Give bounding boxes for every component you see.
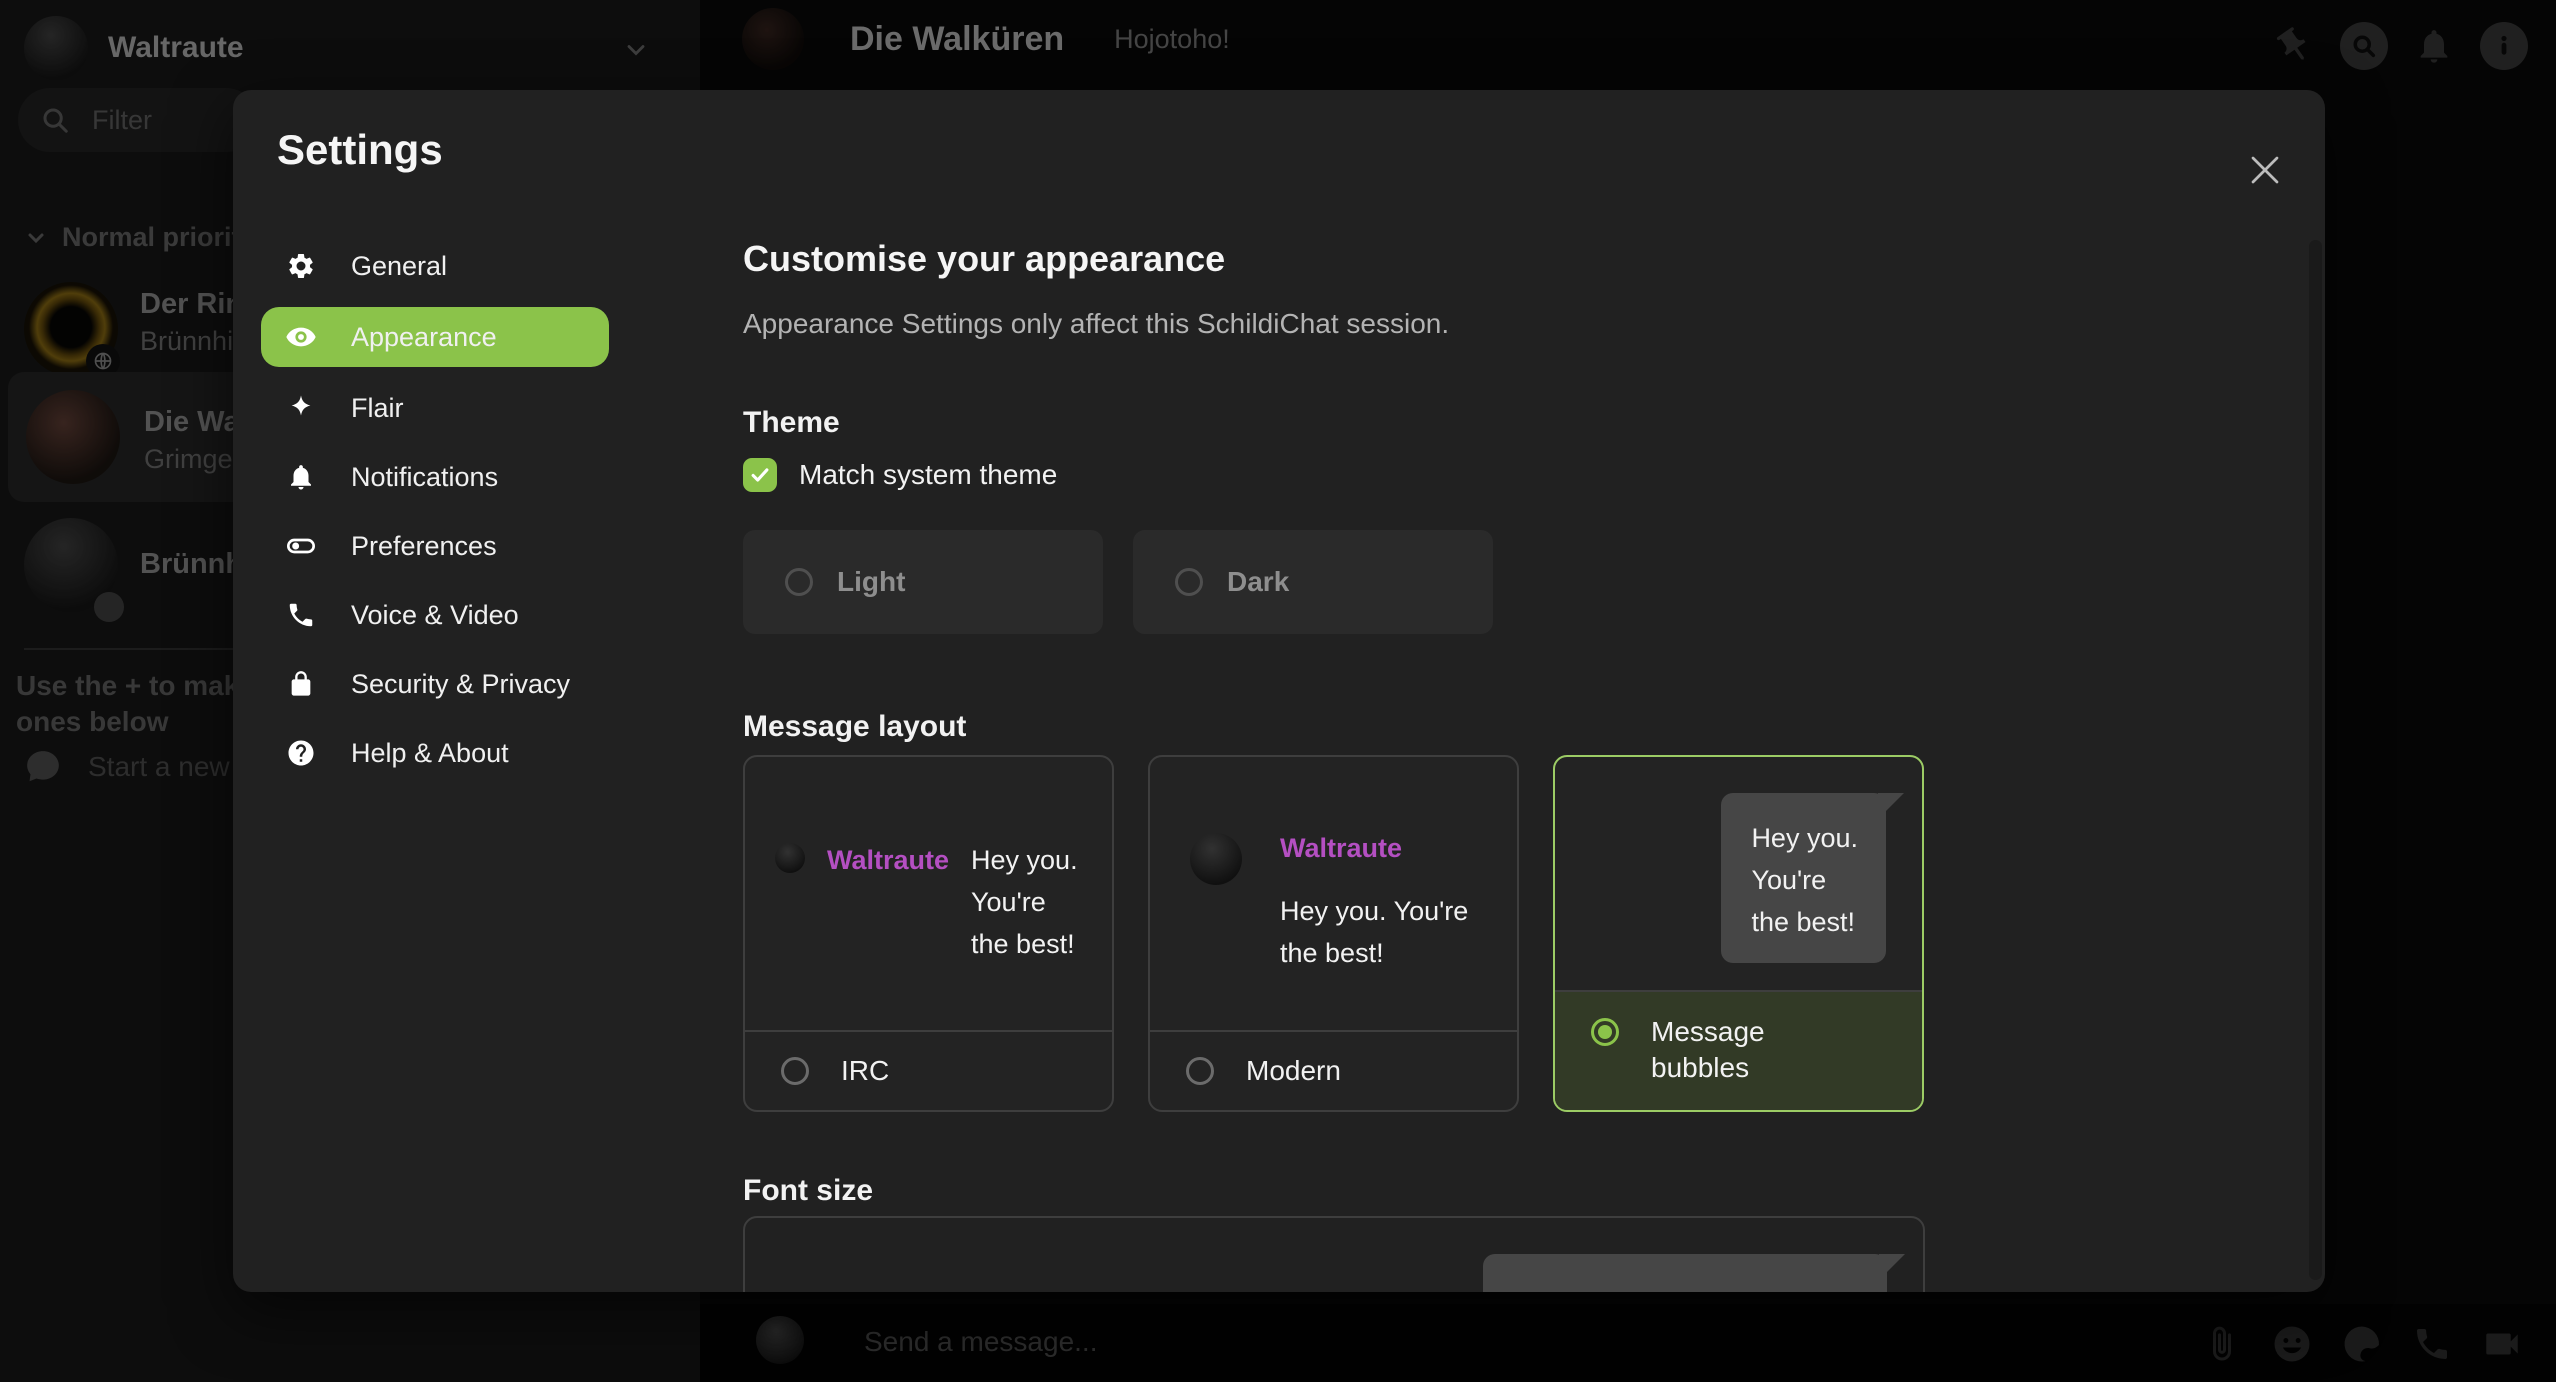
content-subheading: Appearance Settings only affect this Sch…: [743, 308, 1449, 340]
toggle-icon: [285, 530, 317, 562]
phone-icon: [285, 600, 317, 630]
dialog-title: Settings: [277, 126, 443, 174]
radio-icon: [1186, 1057, 1214, 1085]
font-section-title: Font size: [743, 1174, 873, 1208]
lock-icon: [285, 670, 317, 698]
settings-menu: General Appearance Flair Notifications: [261, 238, 609, 781]
preview-sender: Waltraute: [1280, 833, 1468, 864]
theme-option-dark: Dark: [1133, 530, 1493, 634]
tab-appearance[interactable]: Appearance: [261, 307, 609, 367]
preview-avatar: [1190, 833, 1242, 885]
tab-flair[interactable]: Flair: [261, 380, 609, 436]
tab-preferences[interactable]: Preferences: [261, 518, 609, 574]
radio-selected-icon: [1591, 1018, 1619, 1046]
radio-icon: [781, 1057, 809, 1085]
modal-scrollbar[interactable]: [2309, 240, 2322, 1280]
radio-icon: [1175, 568, 1203, 596]
preview-bubble: Hey you. You're the best!: [1721, 793, 1886, 963]
radio-icon: [785, 568, 813, 596]
bell-icon: [285, 462, 317, 492]
layout-option-irc[interactable]: Waltraute Hey you. You're the best! IRC: [743, 755, 1114, 1112]
match-system-theme-checkbox[interactable]: Match system theme: [743, 458, 1057, 492]
tab-help-about[interactable]: Help & About: [261, 725, 609, 781]
theme-section-title: Theme: [743, 406, 840, 440]
preview-avatar: [775, 843, 805, 873]
layout-section-title: Message layout: [743, 710, 966, 744]
tab-voice-video[interactable]: Voice & Video: [261, 587, 609, 643]
sparkle-icon: [285, 393, 317, 423]
layout-option-modern[interactable]: Waltraute Hey you. You're the best! Mode…: [1148, 755, 1519, 1112]
tab-security-privacy[interactable]: Security & Privacy: [261, 656, 609, 712]
checkbox-checked-icon: [743, 458, 777, 492]
tab-general[interactable]: General: [261, 238, 609, 294]
preview-bubble: Hey you. You're the best!: [1483, 1254, 1887, 1292]
question-circle-icon: [285, 738, 317, 768]
preview-sender: Waltraute: [827, 839, 949, 965]
eye-icon: [285, 321, 317, 353]
gear-icon: [285, 251, 317, 281]
theme-option-light: Light: [743, 530, 1103, 634]
content-heading: Customise your appearance: [743, 238, 1225, 280]
tab-notifications[interactable]: Notifications: [261, 449, 609, 505]
font-size-preview-panel: Hey you. You're the best!: [743, 1216, 1925, 1292]
settings-dialog: Settings General Appearance Flair: [233, 90, 2325, 1292]
layout-option-bubbles[interactable]: Hey you. You're the best! Message bubble…: [1553, 755, 1924, 1112]
close-icon[interactable]: [2247, 152, 2283, 188]
